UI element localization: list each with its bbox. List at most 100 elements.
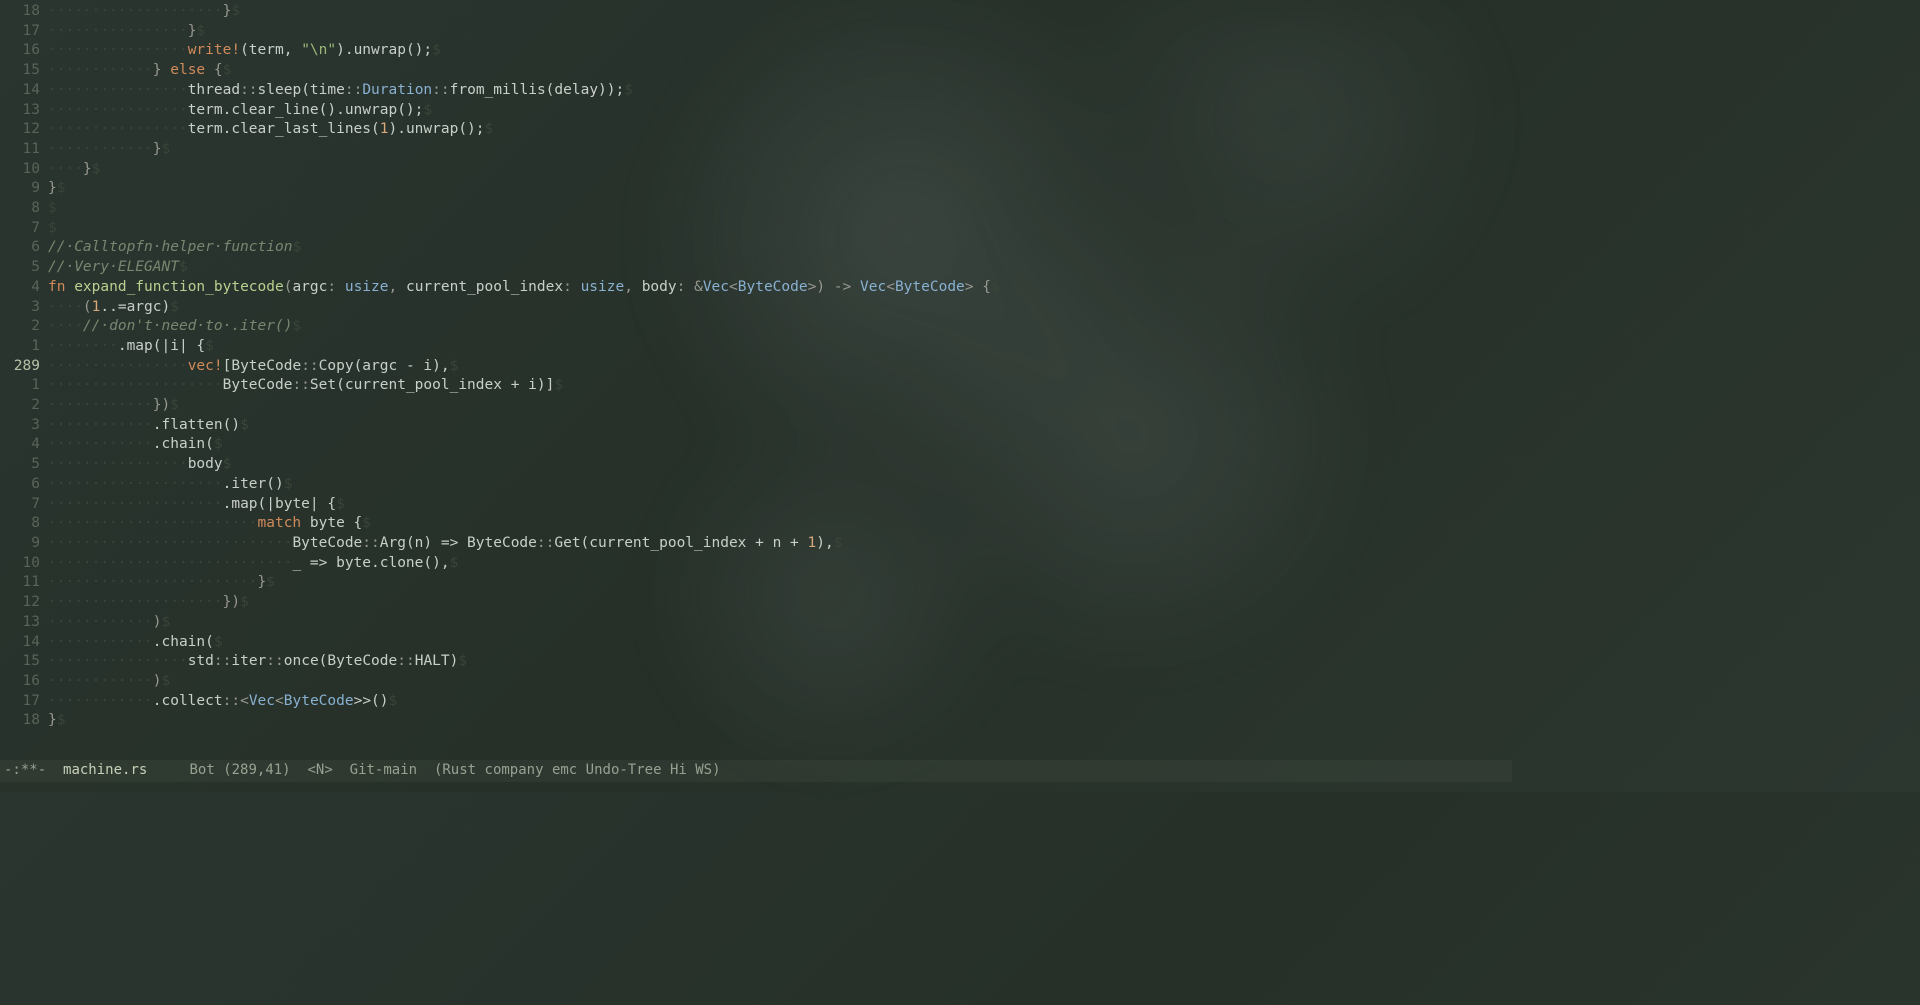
modeline-filename: machine.rs (63, 761, 147, 781)
code-line[interactable]: 2····//·don't·need·to·.iter()$ (0, 317, 1512, 337)
line-number: 5 (0, 455, 48, 475)
code-line[interactable]: 14············.chain($ (0, 633, 1512, 653)
code-line[interactable]: 8$ (0, 199, 1512, 219)
code-line[interactable]: 6//·Calltopfn·helper·function$ (0, 238, 1512, 258)
line-content: //·Calltopfn·helper·function$ (48, 238, 301, 258)
code-line[interactable]: 13················term.clear_line().unwr… (0, 101, 1512, 121)
line-content: ····························ByteCode::Ar… (48, 534, 842, 554)
line-content: //·Very·ELEGANT$ (48, 258, 188, 278)
line-number: 2 (0, 396, 48, 416)
code-line[interactable]: 10····}$ (0, 160, 1512, 180)
line-content: ····················}$ (48, 2, 240, 22)
line-number: 7 (0, 219, 48, 239)
line-number: 6 (0, 475, 48, 495)
line-number: 16 (0, 672, 48, 692)
line-number: 18 (0, 2, 48, 22)
line-content: ····················.map(|byte| {$ (48, 495, 345, 515)
code-line[interactable]: 2············})$ (0, 396, 1512, 416)
line-content: ············)$ (48, 613, 170, 633)
modeline-position: Bot (289,41) (189, 761, 290, 781)
modeline-mode-indicator: <N> (307, 761, 332, 781)
line-number: 9 (0, 534, 48, 554)
line-number: 11 (0, 140, 48, 160)
line-number: 8 (0, 514, 48, 534)
line-content: ························match byte {$ (48, 514, 371, 534)
code-line[interactable]: 7$ (0, 219, 1512, 239)
line-content: ········.map(|i| {$ (48, 337, 214, 357)
line-content: ················}$ (48, 22, 205, 42)
line-number: 3 (0, 416, 48, 436)
line-content: ············} else {$ (48, 61, 231, 81)
code-line[interactable]: 13············)$ (0, 613, 1512, 633)
line-number: 12 (0, 120, 48, 140)
line-content: fn expand_function_bytecode(argc: usize,… (48, 278, 1000, 298)
modeline-vc: Git-main (350, 761, 417, 781)
code-line[interactable]: 289················vec![ByteCode::Copy(a… (0, 357, 1512, 377)
line-content: ····(1..=argc)$ (48, 298, 179, 318)
code-line[interactable]: 11························}$ (0, 573, 1512, 593)
line-content: ············.chain($ (48, 633, 223, 653)
code-line[interactable]: 3············.flatten()$ (0, 416, 1512, 436)
line-number: 12 (0, 593, 48, 613)
line-content: ····························_ => byte.cl… (48, 554, 458, 574)
code-line[interactable]: 10····························_ => byte.… (0, 554, 1512, 574)
line-content: ····//·don't·need·to·.iter()$ (48, 317, 301, 337)
line-content: ························}$ (48, 573, 275, 593)
line-number: 1 (0, 337, 48, 357)
code-line[interactable]: 12················term.clear_last_lines(… (0, 120, 1512, 140)
line-number: 6 (0, 238, 48, 258)
code-line[interactable]: 16················write!(term, "\n").unw… (0, 41, 1512, 61)
line-content: ············})$ (48, 396, 179, 416)
line-number: 10 (0, 160, 48, 180)
code-line[interactable]: 17············.collect::<Vec<ByteCode>>(… (0, 692, 1512, 712)
line-number: 5 (0, 258, 48, 278)
line-number: 14 (0, 81, 48, 101)
code-line[interactable]: 5················body$ (0, 455, 1512, 475)
code-line[interactable]: 17················}$ (0, 22, 1512, 42)
line-number: 11 (0, 573, 48, 593)
modeline-modes: (Rust company emc Undo-Tree Hi WS) (434, 761, 721, 781)
code-line[interactable]: 8························match byte {$ (0, 514, 1512, 534)
line-content: ············)$ (48, 672, 170, 692)
line-number: 4 (0, 435, 48, 455)
code-line[interactable]: 11············}$ (0, 140, 1512, 160)
line-content: ················term.clear_last_lines(1)… (48, 120, 493, 140)
code-line[interactable]: 15············} else {$ (0, 61, 1512, 81)
code-line[interactable]: 18}$ (0, 711, 1512, 731)
line-content: ············}$ (48, 140, 170, 160)
line-content: ············.flatten()$ (48, 416, 249, 436)
code-line[interactable]: 9}$ (0, 179, 1512, 199)
code-line[interactable]: 1····················ByteCode::Set(curre… (0, 376, 1512, 396)
code-line[interactable]: 14················thread::sleep(time::Du… (0, 81, 1512, 101)
code-line[interactable]: 5//·Very·ELEGANT$ (0, 258, 1512, 278)
line-number: 14 (0, 633, 48, 653)
code-line[interactable]: 18····················}$ (0, 2, 1512, 22)
code-line[interactable]: 3····(1..=argc)$ (0, 298, 1512, 318)
line-content: ················body$ (48, 455, 231, 475)
line-content: ····················})$ (48, 593, 249, 613)
line-number: 13 (0, 613, 48, 633)
line-content: $ (48, 199, 57, 219)
code-line[interactable]: 4············.chain($ (0, 435, 1512, 455)
code-line[interactable]: 9····························ByteCode::A… (0, 534, 1512, 554)
line-content: ····················.iter()$ (48, 475, 292, 495)
line-content: }$ (48, 179, 65, 199)
code-editor[interactable]: 18····················}$17··············… (0, 0, 1512, 731)
line-number: 7 (0, 495, 48, 515)
line-content: ····}$ (48, 160, 100, 180)
modeline: -:**- machine.rs Bot (289,41) <N> Git-ma… (0, 760, 1512, 782)
code-line[interactable]: 4fn expand_function_bytecode(argc: usize… (0, 278, 1512, 298)
line-content: ················term.clear_line().unwrap… (48, 101, 432, 121)
line-content: ············.chain($ (48, 435, 223, 455)
code-line[interactable]: 7····················.map(|byte| {$ (0, 495, 1512, 515)
line-number: 15 (0, 61, 48, 81)
code-line[interactable]: 1········.map(|i| {$ (0, 337, 1512, 357)
code-line[interactable]: 6····················.iter()$ (0, 475, 1512, 495)
code-line[interactable]: 16············)$ (0, 672, 1512, 692)
line-number: 13 (0, 101, 48, 121)
line-number: 10 (0, 554, 48, 574)
code-line[interactable]: 12····················})$ (0, 593, 1512, 613)
line-number: 3 (0, 298, 48, 318)
code-line[interactable]: 15················std::iter::once(ByteCo… (0, 652, 1512, 672)
line-number: 1 (0, 376, 48, 396)
